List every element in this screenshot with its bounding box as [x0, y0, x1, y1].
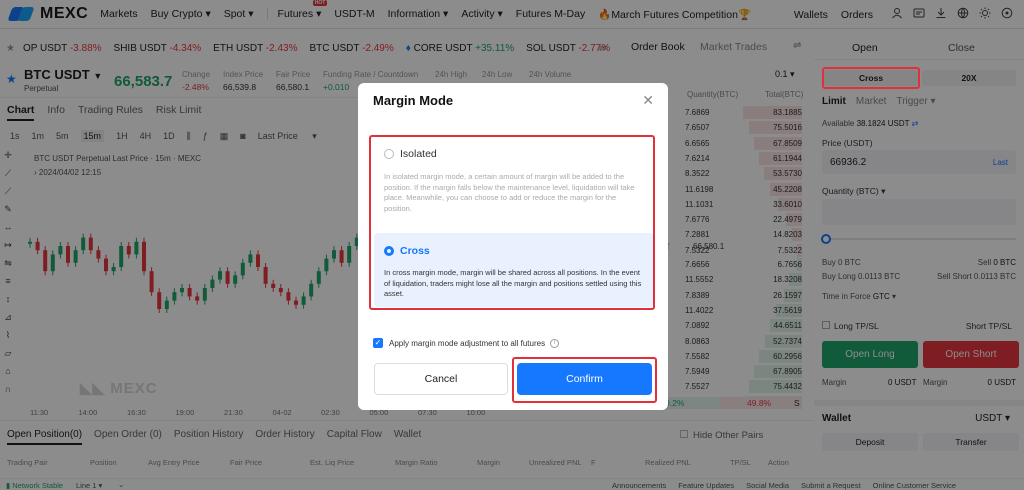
cross-highlight-box [822, 67, 920, 89]
apply-all-row: ✓ Apply margin mode adjustment to all fu… [373, 338, 560, 348]
dialog-title: Margin Mode [373, 93, 454, 108]
apply-all-label: Apply margin mode adjustment to all futu… [389, 338, 546, 348]
apply-all-checkbox[interactable]: ✓ [373, 338, 383, 348]
margin-mode-dialog: Margin Mode ✕ Isolated In isolated margi… [358, 83, 668, 410]
close-icon[interactable]: ✕ [642, 92, 654, 109]
option-highlight-box [369, 135, 655, 310]
cancel-button[interactable]: Cancel [374, 363, 508, 395]
info-icon[interactable]: i [550, 338, 560, 348]
confirm-highlight-box [512, 357, 657, 403]
